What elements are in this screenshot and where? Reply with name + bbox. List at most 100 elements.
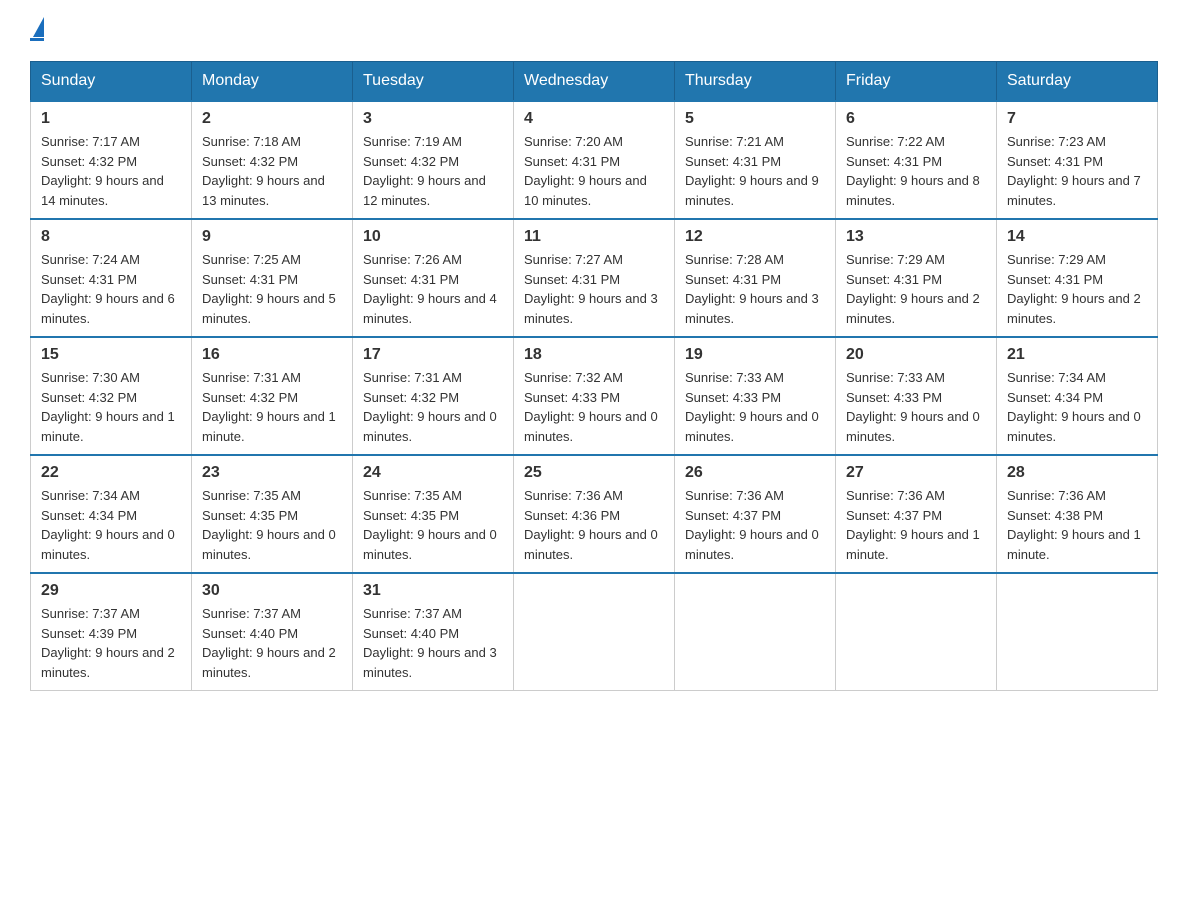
column-header-monday: Monday xyxy=(192,62,353,102)
day-cell-1: 1 Sunrise: 7:17 AMSunset: 4:32 PMDayligh… xyxy=(31,101,192,219)
day-cell-29: 29 Sunrise: 7:37 AMSunset: 4:39 PMDaylig… xyxy=(31,573,192,691)
day-info: Sunrise: 7:18 AMSunset: 4:32 PMDaylight:… xyxy=(202,134,325,208)
day-number: 21 xyxy=(1007,346,1147,364)
day-number: 5 xyxy=(685,110,825,128)
empty-cell xyxy=(997,573,1158,691)
week-row-2: 8 Sunrise: 7:24 AMSunset: 4:31 PMDayligh… xyxy=(31,219,1158,337)
day-number: 4 xyxy=(524,110,664,128)
day-cell-21: 21 Sunrise: 7:34 AMSunset: 4:34 PMDaylig… xyxy=(997,337,1158,455)
day-number: 14 xyxy=(1007,228,1147,246)
day-info: Sunrise: 7:34 AMSunset: 4:34 PMDaylight:… xyxy=(41,488,175,562)
day-cell-7: 7 Sunrise: 7:23 AMSunset: 4:31 PMDayligh… xyxy=(997,101,1158,219)
day-info: Sunrise: 7:21 AMSunset: 4:31 PMDaylight:… xyxy=(685,134,819,208)
day-number: 12 xyxy=(685,228,825,246)
day-number: 23 xyxy=(202,464,342,482)
day-number: 13 xyxy=(846,228,986,246)
day-cell-13: 13 Sunrise: 7:29 AMSunset: 4:31 PMDaylig… xyxy=(836,219,997,337)
day-number: 28 xyxy=(1007,464,1147,482)
day-cell-31: 31 Sunrise: 7:37 AMSunset: 4:40 PMDaylig… xyxy=(353,573,514,691)
day-info: Sunrise: 7:37 AMSunset: 4:40 PMDaylight:… xyxy=(363,606,497,680)
day-cell-15: 15 Sunrise: 7:30 AMSunset: 4:32 PMDaylig… xyxy=(31,337,192,455)
day-number: 22 xyxy=(41,464,181,482)
day-info: Sunrise: 7:28 AMSunset: 4:31 PMDaylight:… xyxy=(685,252,819,326)
day-info: Sunrise: 7:34 AMSunset: 4:34 PMDaylight:… xyxy=(1007,370,1141,444)
day-cell-16: 16 Sunrise: 7:31 AMSunset: 4:32 PMDaylig… xyxy=(192,337,353,455)
day-cell-3: 3 Sunrise: 7:19 AMSunset: 4:32 PMDayligh… xyxy=(353,101,514,219)
day-info: Sunrise: 7:35 AMSunset: 4:35 PMDaylight:… xyxy=(202,488,336,562)
day-cell-8: 8 Sunrise: 7:24 AMSunset: 4:31 PMDayligh… xyxy=(31,219,192,337)
logo xyxy=(30,20,44,41)
day-cell-24: 24 Sunrise: 7:35 AMSunset: 4:35 PMDaylig… xyxy=(353,455,514,573)
week-row-1: 1 Sunrise: 7:17 AMSunset: 4:32 PMDayligh… xyxy=(31,101,1158,219)
day-number: 29 xyxy=(41,582,181,600)
day-info: Sunrise: 7:33 AMSunset: 4:33 PMDaylight:… xyxy=(685,370,819,444)
column-header-saturday: Saturday xyxy=(997,62,1158,102)
day-info: Sunrise: 7:36 AMSunset: 4:36 PMDaylight:… xyxy=(524,488,658,562)
day-info: Sunrise: 7:31 AMSunset: 4:32 PMDaylight:… xyxy=(202,370,336,444)
day-info: Sunrise: 7:36 AMSunset: 4:37 PMDaylight:… xyxy=(685,488,819,562)
column-header-friday: Friday xyxy=(836,62,997,102)
day-number: 10 xyxy=(363,228,503,246)
day-cell-22: 22 Sunrise: 7:34 AMSunset: 4:34 PMDaylig… xyxy=(31,455,192,573)
day-cell-11: 11 Sunrise: 7:27 AMSunset: 4:31 PMDaylig… xyxy=(514,219,675,337)
day-info: Sunrise: 7:20 AMSunset: 4:31 PMDaylight:… xyxy=(524,134,647,208)
week-row-3: 15 Sunrise: 7:30 AMSunset: 4:32 PMDaylig… xyxy=(31,337,1158,455)
day-info: Sunrise: 7:36 AMSunset: 4:37 PMDaylight:… xyxy=(846,488,980,562)
day-info: Sunrise: 7:29 AMSunset: 4:31 PMDaylight:… xyxy=(846,252,980,326)
day-number: 31 xyxy=(363,582,503,600)
column-header-wednesday: Wednesday xyxy=(514,62,675,102)
day-number: 7 xyxy=(1007,110,1147,128)
day-number: 8 xyxy=(41,228,181,246)
day-info: Sunrise: 7:37 AMSunset: 4:40 PMDaylight:… xyxy=(202,606,336,680)
day-cell-12: 12 Sunrise: 7:28 AMSunset: 4:31 PMDaylig… xyxy=(675,219,836,337)
day-cell-28: 28 Sunrise: 7:36 AMSunset: 4:38 PMDaylig… xyxy=(997,455,1158,573)
day-number: 26 xyxy=(685,464,825,482)
day-number: 24 xyxy=(363,464,503,482)
calendar-table: SundayMondayTuesdayWednesdayThursdayFrid… xyxy=(30,61,1158,691)
day-number: 2 xyxy=(202,110,342,128)
empty-cell xyxy=(836,573,997,691)
day-number: 9 xyxy=(202,228,342,246)
day-number: 30 xyxy=(202,582,342,600)
day-cell-5: 5 Sunrise: 7:21 AMSunset: 4:31 PMDayligh… xyxy=(675,101,836,219)
day-number: 1 xyxy=(41,110,181,128)
day-info: Sunrise: 7:35 AMSunset: 4:35 PMDaylight:… xyxy=(363,488,497,562)
day-info: Sunrise: 7:23 AMSunset: 4:31 PMDaylight:… xyxy=(1007,134,1141,208)
day-info: Sunrise: 7:22 AMSunset: 4:31 PMDaylight:… xyxy=(846,134,980,208)
day-info: Sunrise: 7:17 AMSunset: 4:32 PMDaylight:… xyxy=(41,134,164,208)
day-number: 27 xyxy=(846,464,986,482)
day-cell-9: 9 Sunrise: 7:25 AMSunset: 4:31 PMDayligh… xyxy=(192,219,353,337)
empty-cell xyxy=(514,573,675,691)
day-number: 16 xyxy=(202,346,342,364)
day-cell-2: 2 Sunrise: 7:18 AMSunset: 4:32 PMDayligh… xyxy=(192,101,353,219)
column-header-thursday: Thursday xyxy=(675,62,836,102)
day-info: Sunrise: 7:36 AMSunset: 4:38 PMDaylight:… xyxy=(1007,488,1141,562)
day-number: 25 xyxy=(524,464,664,482)
day-info: Sunrise: 7:32 AMSunset: 4:33 PMDaylight:… xyxy=(524,370,658,444)
day-number: 20 xyxy=(846,346,986,364)
day-info: Sunrise: 7:25 AMSunset: 4:31 PMDaylight:… xyxy=(202,252,336,326)
day-info: Sunrise: 7:27 AMSunset: 4:31 PMDaylight:… xyxy=(524,252,658,326)
day-number: 11 xyxy=(524,228,664,246)
day-cell-23: 23 Sunrise: 7:35 AMSunset: 4:35 PMDaylig… xyxy=(192,455,353,573)
day-info: Sunrise: 7:37 AMSunset: 4:39 PMDaylight:… xyxy=(41,606,175,680)
calendar-header-row: SundayMondayTuesdayWednesdayThursdayFrid… xyxy=(31,62,1158,102)
day-cell-17: 17 Sunrise: 7:31 AMSunset: 4:32 PMDaylig… xyxy=(353,337,514,455)
day-info: Sunrise: 7:26 AMSunset: 4:31 PMDaylight:… xyxy=(363,252,497,326)
day-number: 18 xyxy=(524,346,664,364)
day-info: Sunrise: 7:33 AMSunset: 4:33 PMDaylight:… xyxy=(846,370,980,444)
day-info: Sunrise: 7:29 AMSunset: 4:31 PMDaylight:… xyxy=(1007,252,1141,326)
day-info: Sunrise: 7:24 AMSunset: 4:31 PMDaylight:… xyxy=(41,252,175,326)
day-cell-20: 20 Sunrise: 7:33 AMSunset: 4:33 PMDaylig… xyxy=(836,337,997,455)
day-number: 17 xyxy=(363,346,503,364)
day-cell-4: 4 Sunrise: 7:20 AMSunset: 4:31 PMDayligh… xyxy=(514,101,675,219)
day-cell-25: 25 Sunrise: 7:36 AMSunset: 4:36 PMDaylig… xyxy=(514,455,675,573)
day-number: 3 xyxy=(363,110,503,128)
column-header-sunday: Sunday xyxy=(31,62,192,102)
day-number: 19 xyxy=(685,346,825,364)
day-cell-30: 30 Sunrise: 7:37 AMSunset: 4:40 PMDaylig… xyxy=(192,573,353,691)
day-number: 15 xyxy=(41,346,181,364)
day-cell-19: 19 Sunrise: 7:33 AMSunset: 4:33 PMDaylig… xyxy=(675,337,836,455)
logo-underline xyxy=(30,38,44,41)
logo-triangle-icon xyxy=(33,17,44,37)
